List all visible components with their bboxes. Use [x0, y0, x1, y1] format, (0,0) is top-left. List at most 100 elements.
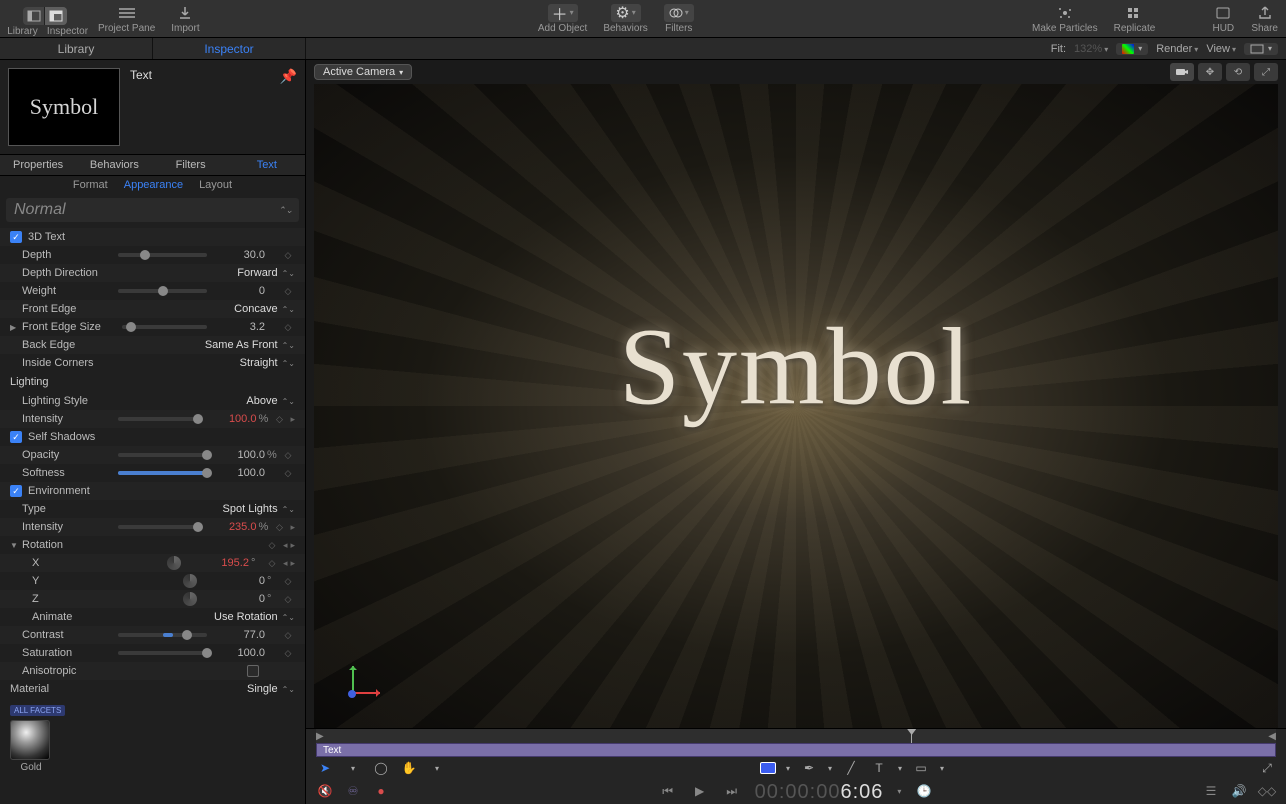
itab-text[interactable]: Text — [229, 155, 305, 175]
slider-front-edge-size[interactable] — [122, 325, 207, 329]
expand-icon[interactable]: ⤢ — [1258, 759, 1276, 777]
value-front-edge-size[interactable]: 3.2 — [215, 321, 265, 333]
param-contrast[interactable]: Contrast 77.0 ◇ — [0, 626, 305, 644]
param-depth[interactable]: Depth 30.0 ◇ — [0, 246, 305, 264]
go-end-icon[interactable]: ⏭ — [723, 782, 741, 800]
arrow-tool-menu[interactable]: ▾ — [344, 759, 362, 777]
value-lighting-style[interactable]: Above — [110, 395, 282, 407]
param-saturation[interactable]: Saturation 100.0 ◇ — [0, 644, 305, 662]
subtab-format[interactable]: Format — [73, 179, 108, 191]
add-object-button[interactable]: ＋▾ Add Object — [530, 0, 595, 37]
param-softness[interactable]: Softness 100.0 ◇ — [0, 464, 305, 482]
slider-opacity[interactable] — [118, 453, 207, 457]
value-contrast[interactable]: 77.0 — [215, 629, 265, 641]
playhead[interactable] — [911, 729, 912, 743]
keyframe-nav-env[interactable]: ▸ — [290, 522, 295, 533]
value-rot-y[interactable]: 0 — [215, 575, 265, 587]
behaviors-button[interactable]: ⚙▾ Behaviors — [595, 0, 655, 37]
dolly-icon[interactable]: ⤢ — [1254, 63, 1278, 81]
param-animate[interactable]: Animate Use Rotation ⌃⌄ — [0, 608, 305, 626]
material-thumbnail[interactable] — [10, 720, 50, 760]
param-env-intensity[interactable]: Intensity 235.0 % ◇ ▸ — [0, 518, 305, 536]
slider-depth[interactable] — [118, 253, 207, 257]
fill-color-chip[interactable] — [760, 762, 776, 774]
value-env-type[interactable]: Spot Lights — [110, 503, 282, 515]
keyframe-nav-x[interactable]: ◂▸ — [283, 558, 295, 569]
timecode-display[interactable]: 00:00:006:06 — [755, 779, 884, 804]
fit-value[interactable]: 132% — [1074, 43, 1108, 55]
tab-inspector[interactable]: Inspector — [153, 38, 306, 59]
transform-tool[interactable]: ◯ — [372, 759, 390, 777]
checkbox-3d-text[interactable] — [10, 231, 22, 243]
keyframe-nav[interactable]: ▸ — [290, 414, 295, 425]
checkbox-environment[interactable] — [10, 485, 22, 497]
left-panel-toggle[interactable] — [23, 7, 67, 25]
text-tool[interactable]: T — [870, 759, 888, 777]
loop-icon[interactable]: ♾ — [344, 782, 362, 800]
param-rot-z[interactable]: Z 0 ° ◇ — [0, 590, 305, 608]
record-icon[interactable]: ● — [372, 782, 390, 800]
param-depth-direction[interactable]: Depth Direction Forward ⌃⌄ — [0, 264, 305, 282]
hand-tool[interactable]: ✋ — [400, 759, 418, 777]
slider-lighting-intensity[interactable] — [118, 417, 198, 421]
timeline-toggle-icon[interactable]: ☰ — [1202, 782, 1220, 800]
slider-env-intensity[interactable] — [118, 525, 198, 529]
dial-y[interactable] — [183, 574, 197, 588]
timecode-menu[interactable]: ▾ — [897, 787, 901, 796]
param-environment[interactable]: Environment — [0, 482, 305, 500]
param-back-edge[interactable]: Back Edge Same As Front ⌃⌄ — [0, 336, 305, 354]
clock-icon[interactable]: 🕒 — [915, 782, 933, 800]
tab-library[interactable]: Library — [0, 38, 153, 59]
value-weight[interactable]: 0 — [215, 285, 265, 297]
value-rot-z[interactable]: 0 — [215, 593, 265, 605]
checkbox-anisotropic[interactable] — [247, 665, 259, 677]
filters-button[interactable]: ▾ Filters — [656, 0, 702, 37]
value-lighting-intensity[interactable]: 100.0 — [206, 413, 256, 425]
go-start-icon[interactable]: ⏮ — [659, 782, 677, 800]
subtab-layout[interactable]: Layout — [199, 179, 232, 191]
project-pane-button[interactable]: Project Pane — [90, 0, 163, 37]
view-menu[interactable]: View — [1206, 43, 1236, 55]
camera-menu[interactable]: Active Camera ▾ — [314, 64, 412, 80]
value-rot-x[interactable]: 195.2 — [199, 557, 249, 569]
canvas-text-object[interactable]: Symbol — [619, 304, 973, 431]
value-env-intensity[interactable]: 235.0 — [206, 521, 256, 533]
pin-icon[interactable]: 📌 — [280, 68, 297, 85]
viewport[interactable]: Symbol — [314, 84, 1278, 728]
slider-softness[interactable] — [118, 471, 207, 475]
checkbox-self-shadows[interactable] — [10, 431, 22, 443]
value-depth[interactable]: 30.0 — [215, 249, 265, 261]
dial-z[interactable] — [183, 592, 197, 606]
itab-behaviors[interactable]: Behaviors — [76, 155, 152, 175]
dial-x[interactable] — [167, 556, 181, 570]
hand-tool-menu[interactable]: ▾ — [428, 759, 446, 777]
itab-filters[interactable]: Filters — [153, 155, 229, 175]
audio-icon[interactable]: 🔊 — [1230, 782, 1248, 800]
value-softness[interactable]: 100.0 — [215, 467, 265, 479]
orbit-icon[interactable]: ⟲ — [1226, 63, 1250, 81]
param-front-edge-size[interactable]: ▶ Front Edge Size 3.2 ◇ — [0, 318, 305, 336]
value-opacity[interactable]: 100.0 — [215, 449, 265, 461]
render-menu[interactable]: Render — [1156, 43, 1198, 55]
param-rot-x[interactable]: X 195.2 ° ◇ ◂▸ — [0, 554, 305, 572]
timeline-track[interactable]: Text — [316, 743, 1276, 757]
value-front-edge[interactable]: Concave — [110, 303, 282, 315]
value-animate[interactable]: Use Rotation — [110, 611, 282, 623]
param-lighting-intensity[interactable]: Intensity 100.0 % ◇ ▸ — [0, 410, 305, 428]
param-inside-corners[interactable]: Inside Corners Straight ⌃⌄ — [0, 354, 305, 372]
itab-properties[interactable]: Properties — [0, 155, 76, 175]
layout-button[interactable]: ▾ — [1244, 43, 1278, 55]
value-saturation[interactable]: 100.0 — [215, 647, 265, 659]
param-env-type[interactable]: Type Spot Lights ⌃⌄ — [0, 500, 305, 518]
slider-saturation[interactable] — [118, 651, 207, 655]
import-button[interactable]: Import — [163, 0, 207, 37]
text-style-preview[interactable]: Normal ⌃⌄ — [6, 198, 299, 222]
pen-tool[interactable]: ✒ — [800, 759, 818, 777]
value-inside-corners[interactable]: Straight — [110, 357, 282, 369]
keyframe-editor-icon[interactable]: ◇◇ — [1258, 782, 1276, 800]
param-opacity[interactable]: Opacity 100.0 % ◇ — [0, 446, 305, 464]
disclose-icon[interactable]: ▶ — [10, 323, 20, 332]
arrow-tool[interactable]: ➤ — [316, 759, 334, 777]
value-back-edge[interactable]: Same As Front — [110, 339, 282, 351]
keyframe-nav-rot[interactable]: ◂▸ — [283, 540, 295, 551]
